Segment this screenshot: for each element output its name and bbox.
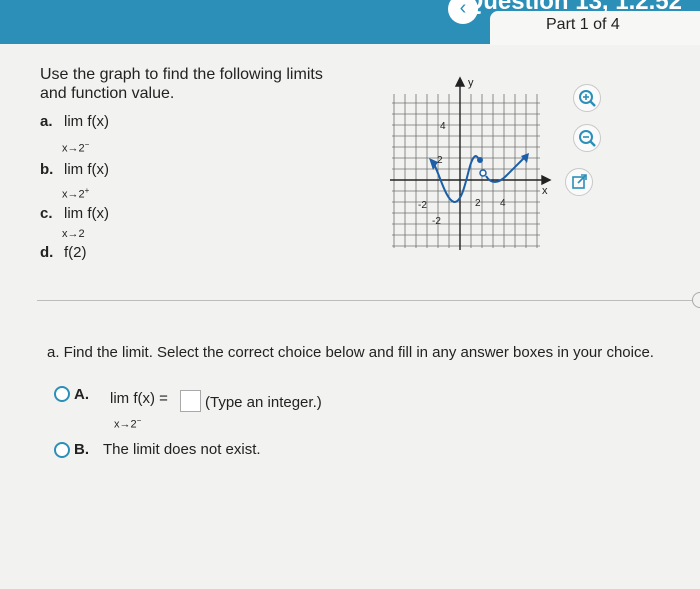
choice-a-hint: (Type an integer.) bbox=[205, 394, 322, 411]
choice-a-subscript: x→2− bbox=[114, 416, 142, 431]
item-b: b. lim f(x) bbox=[40, 161, 109, 178]
item-a-subscript: x→2− bbox=[62, 140, 90, 155]
choice-a-label: A. bbox=[74, 386, 89, 403]
zoom-out-button[interactable] bbox=[573, 124, 601, 152]
tick-x-neg2: -2 bbox=[418, 200, 427, 211]
choice-b-label: B. bbox=[74, 441, 89, 458]
tick-x-2: 2 bbox=[475, 198, 481, 209]
x-axis-label: x bbox=[542, 185, 548, 197]
filled-point bbox=[477, 157, 483, 163]
choice-b-text: The limit does not exist. bbox=[103, 441, 261, 458]
popout-icon bbox=[572, 174, 587, 189]
choice-b-radio[interactable] bbox=[54, 442, 70, 458]
part-indicator: Part 1 of 4 bbox=[546, 16, 620, 33]
item-c-subscript: x→2 bbox=[62, 228, 85, 240]
answer-input[interactable] bbox=[180, 390, 201, 412]
tick-y-2: 2 bbox=[437, 155, 443, 166]
tick-x-4: 4 bbox=[500, 198, 506, 209]
item-a: a. lim f(x) bbox=[40, 113, 109, 130]
tick-y-neg2: -2 bbox=[432, 216, 441, 227]
y-axis-label: y bbox=[468, 77, 474, 89]
curve-right bbox=[485, 157, 525, 183]
choice-a-radio[interactable] bbox=[54, 386, 70, 402]
problem-prompt: Use the graph to find the following limi… bbox=[40, 66, 323, 102]
item-c: c. lim f(x) bbox=[40, 205, 109, 222]
choice-a-expression: lim f(x) = bbox=[110, 390, 168, 407]
question-text: a. Find the limit. Select the correct ch… bbox=[47, 344, 654, 361]
section-divider bbox=[37, 300, 700, 301]
tick-y-4: 4 bbox=[440, 121, 446, 132]
function-graph[interactable]: y x 4 2 -2 2 4 -2 bbox=[388, 72, 553, 254]
open-point bbox=[479, 169, 487, 177]
item-d: d. f(2) bbox=[40, 244, 87, 261]
zoom-in-button[interactable] bbox=[573, 84, 601, 112]
zoom-in-icon bbox=[579, 90, 596, 107]
item-b-subscript: x→2+ bbox=[62, 186, 90, 201]
popout-button[interactable] bbox=[565, 168, 593, 196]
zoom-out-icon bbox=[579, 130, 596, 147]
divider-handle[interactable] bbox=[692, 292, 700, 308]
